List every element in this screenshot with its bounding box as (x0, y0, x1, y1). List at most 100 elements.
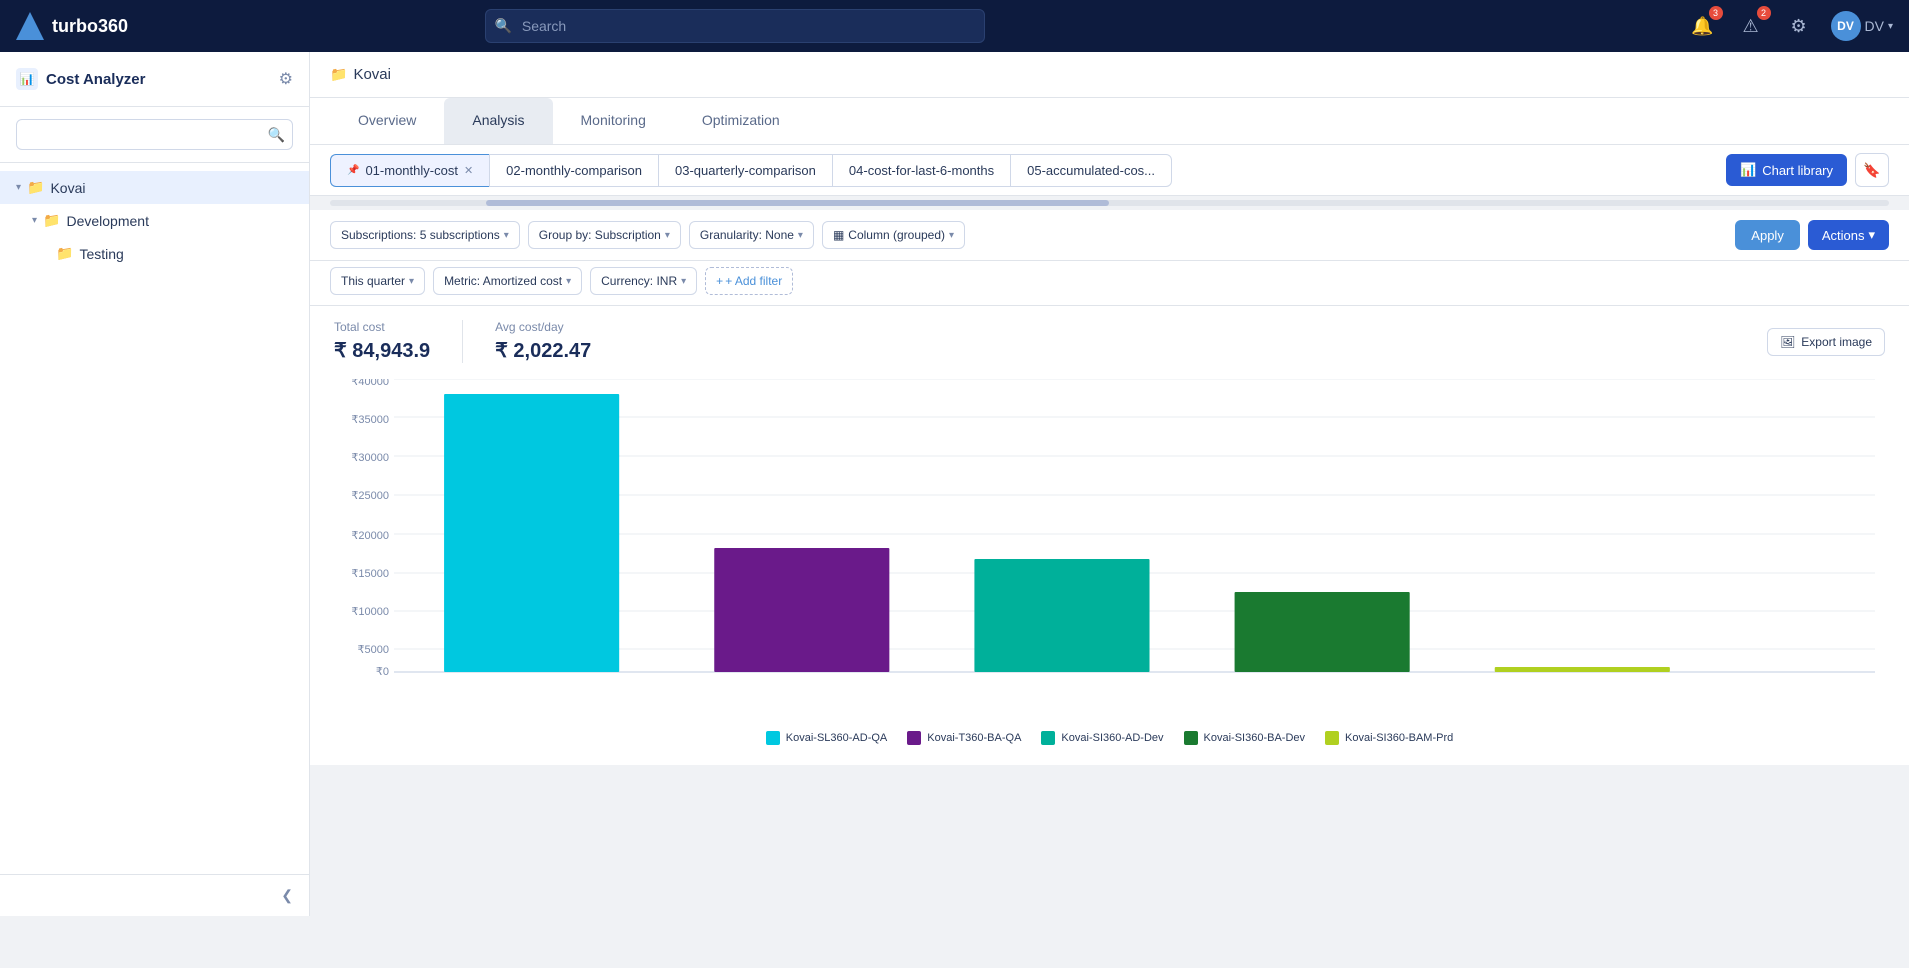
legend-label: Kovai-SI360-AD-Dev (1061, 732, 1163, 744)
nav-right: 🔔 3 ⚠ 2 ⚙ DV DV ▾ (1687, 10, 1893, 42)
alerts-button[interactable]: ⚠ 2 (1735, 10, 1767, 42)
total-cost-stat: Total cost ₹ 84,943.9 (334, 320, 463, 363)
sidebar-item-label: Development (66, 213, 293, 229)
bookmark-button[interactable]: 🔖 (1855, 153, 1889, 187)
chevron-down-icon: ▾ (681, 276, 686, 287)
bar-kovai-si360-bam-prd[interactable] (1495, 667, 1670, 672)
chevron-down-icon: ▾ (566, 276, 571, 287)
bar-kovai-t360-ba-qa[interactable] (714, 548, 889, 672)
chart-type-filter[interactable]: ▦ Column (grouped) ▾ (822, 221, 965, 249)
bar-kovai-sl360-ad-qa[interactable] (444, 394, 619, 672)
chevron-down-icon: ▾ (798, 230, 803, 241)
legend-color (907, 731, 921, 745)
tab-optimization[interactable]: Optimization (674, 98, 808, 144)
settings-button[interactable]: ⚙ (1783, 10, 1815, 42)
breadcrumb: 📁 Kovai (330, 66, 391, 83)
chevron-down-icon: ▾ (32, 215, 37, 226)
notifications-button[interactable]: 🔔 3 (1687, 10, 1719, 42)
legend-label: Kovai-SI360-BA-Dev (1204, 732, 1306, 744)
filters-row-1: Subscriptions: 5 subscriptions ▾ Group b… (310, 210, 1909, 261)
scrollbar-thumb (486, 200, 1110, 206)
tab-monitoring[interactable]: Monitoring (553, 98, 674, 144)
sidebar-collapse-button[interactable]: ❮ (281, 887, 293, 904)
time-range-filter[interactable]: This quarter ▾ (330, 267, 425, 295)
metric-filter[interactable]: Metric: Amortized cost ▾ (433, 267, 582, 295)
close-icon[interactable]: ✕ (464, 164, 473, 177)
view-tabs-right: 📊 Chart library 🔖 (1726, 153, 1889, 187)
sidebar-title: 📊 Cost Analyzer (16, 68, 145, 90)
bookmark-icon: 🔖 (1863, 162, 1880, 179)
page-header: 📁 Kovai (310, 52, 1909, 98)
view-tab-monthly-cost[interactable]: 📌 01-monthly-cost ✕ (330, 154, 489, 187)
chart-legend: Kovai-SL360-AD-QA Kovai-T360-BA-QA Kovai… (334, 719, 1885, 745)
legend-color (1325, 731, 1339, 745)
view-tab-label: 04-cost-for-last-6-months (849, 163, 994, 178)
view-tab-cost-last-6months[interactable]: 04-cost-for-last-6-months (832, 154, 1010, 187)
sidebar-settings-button[interactable]: ⚙ (279, 69, 293, 89)
chevron-down-icon: ▾ (1888, 21, 1893, 32)
svg-text:₹30000: ₹30000 (351, 452, 389, 464)
currency-filter[interactable]: Currency: INR ▾ (590, 267, 697, 295)
sidebar-search-input[interactable] (16, 119, 293, 150)
stats-export-row: Total cost ₹ 84,943.9 Avg cost/day ₹ 2,0… (310, 306, 1909, 369)
apply-button[interactable]: Apply (1735, 220, 1800, 250)
legend-label: Kovai-T360-BA-QA (927, 732, 1021, 744)
user-menu[interactable]: DV DV ▾ (1831, 11, 1893, 41)
tab-analysis[interactable]: Analysis (444, 98, 552, 144)
bell-icon: 🔔 (1691, 16, 1713, 37)
add-filter-button[interactable]: + + Add filter (705, 267, 793, 295)
svg-text:₹35000: ₹35000 (351, 414, 389, 426)
legend-color (1041, 731, 1055, 745)
user-label: DV (1865, 18, 1884, 34)
tab-overview[interactable]: Overview (330, 98, 444, 144)
chevron-down-icon: ▾ (665, 230, 670, 241)
filters-row-2: This quarter ▾ Metric: Amortized cost ▾ … (310, 261, 1909, 306)
breadcrumb-label: Kovai (353, 66, 391, 83)
subscriptions-filter[interactable]: Subscriptions: 5 subscriptions ▾ (330, 221, 520, 249)
actions-button[interactable]: Actions ▾ (1808, 220, 1889, 250)
search-input[interactable] (485, 9, 985, 43)
sidebar-header: 📊 Cost Analyzer ⚙ (0, 52, 309, 107)
legend-item-si360-ba: Kovai-SI360-BA-Dev (1184, 731, 1306, 745)
chevron-down-icon: ▾ (504, 230, 509, 241)
granularity-filter[interactable]: Granularity: None ▾ (689, 221, 814, 249)
app-logo[interactable]: turbo360 (16, 12, 128, 40)
alerts-badge: 2 (1757, 6, 1771, 20)
view-tab-accumulated[interactable]: 05-accumulated-cos... (1010, 154, 1172, 187)
logo-icon (16, 12, 44, 40)
folder-icon: 📁 (27, 179, 44, 196)
search-icon: 🔍 (495, 18, 512, 35)
chevron-down-icon: ▾ (949, 230, 954, 241)
bar-kovai-si360-ba-dev[interactable] (1235, 592, 1410, 672)
top-nav: turbo360 🔍 🔔 3 ⚠ 2 ⚙ DV DV ▾ (0, 0, 1909, 52)
tabs-bar: Overview Analysis Monitoring Optimizatio… (310, 98, 1909, 145)
chart-library-button[interactable]: 📊 Chart library (1726, 154, 1847, 186)
folder-icon: 📁 (56, 245, 73, 262)
chevron-down-icon: ▾ (409, 276, 414, 287)
sidebar-search-container: 🔍 (0, 107, 309, 163)
view-tab-quarterly-comparison[interactable]: 03-quarterly-comparison (658, 154, 832, 187)
legend-color (766, 731, 780, 745)
main-inner: 📁 Kovai Overview Analysis Monitoring Opt… (310, 52, 1909, 916)
bar-kovai-si360-ad-dev[interactable] (974, 559, 1149, 672)
view-tabs-strip: 📌 01-monthly-cost ✕ 02-monthly-compariso… (310, 145, 1909, 196)
image-icon: 🖼 (1780, 335, 1795, 349)
legend-item-si360-bam: Kovai-SI360-BAM-Prd (1325, 731, 1453, 745)
alert-icon: ⚠ (1742, 16, 1758, 37)
avatar: DV (1831, 11, 1861, 41)
sidebar-item-label: Kovai (50, 180, 293, 196)
sidebar-item-testing[interactable]: 📁 Testing (0, 237, 309, 270)
legend-item-sl360: Kovai-SL360-AD-QA (766, 731, 888, 745)
view-tab-monthly-comparison[interactable]: 02-monthly-comparison (489, 154, 658, 187)
sidebar-item-development[interactable]: ▾ 📁 Development (0, 204, 309, 237)
view-tab-label: 02-monthly-comparison (506, 163, 642, 178)
svg-text:₹25000: ₹25000 (351, 490, 389, 502)
export-image-button[interactable]: 🖼 Export image (1767, 328, 1885, 356)
sidebar-tree: ▾ 📁 Kovai ▾ 📁 Development 📁 Testing (0, 163, 309, 278)
main-content: 📁 Kovai Overview Analysis Monitoring Opt… (310, 52, 1909, 916)
horizontal-scrollbar[interactable] (330, 200, 1889, 206)
pin-icon: 📌 (347, 165, 359, 176)
sidebar-item-kovai[interactable]: ▾ 📁 Kovai (0, 171, 309, 204)
plus-icon: + (716, 274, 723, 288)
group-by-filter[interactable]: Group by: Subscription ▾ (528, 221, 681, 249)
